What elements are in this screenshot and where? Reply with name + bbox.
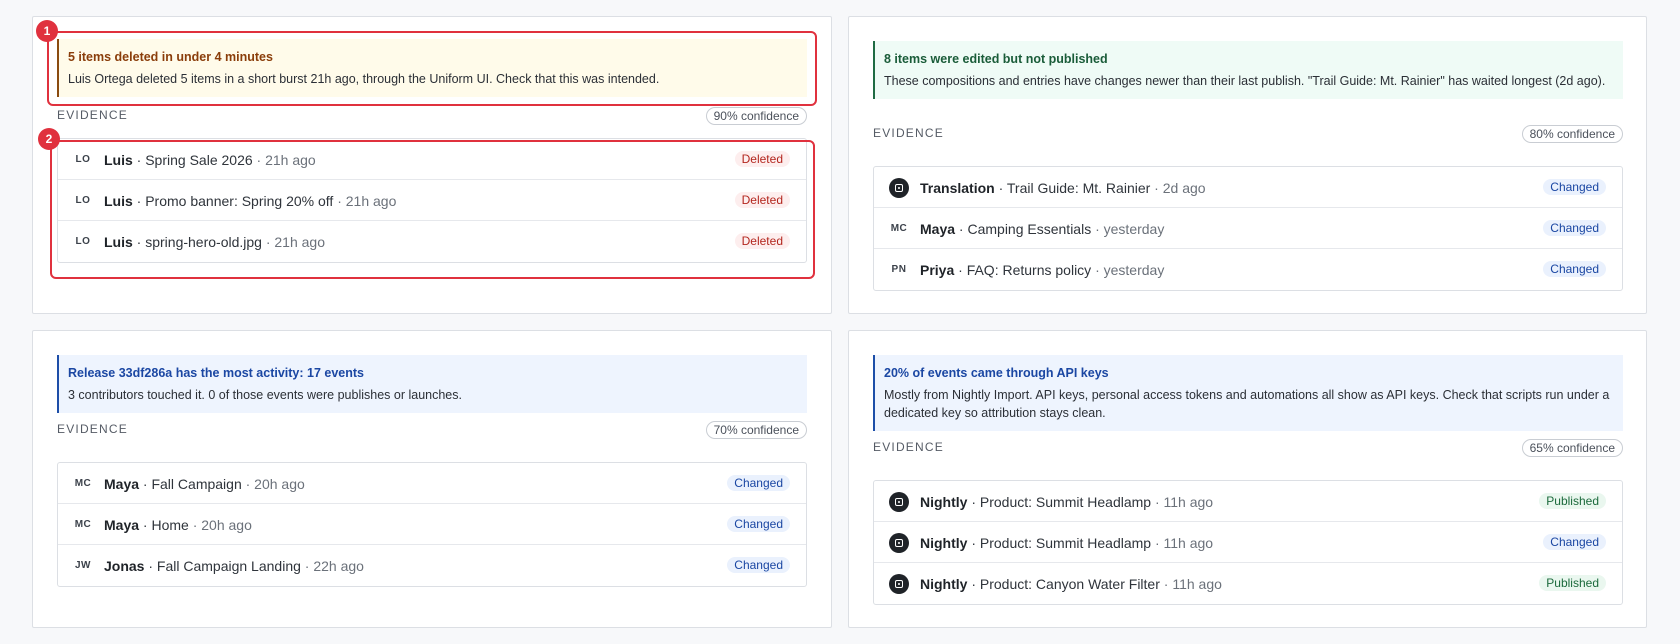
- insight-title: 20% of events came through API keys: [884, 366, 1109, 380]
- insight-card-unpublished: 8 items were edited but not published Th…: [848, 16, 1647, 314]
- item-name: · Product: Canyon Water Filter: [967, 576, 1160, 592]
- evidence-text: Nightly · Product: Summit Headlamp · 11h…: [920, 492, 1213, 512]
- status-badge: Changed: [727, 475, 790, 491]
- annotation-highlight-1: [47, 31, 817, 106]
- status-badge: Changed: [1543, 179, 1606, 195]
- evidence-text: Maya · Home · 20h ago: [104, 515, 252, 535]
- status-badge: Published: [1539, 575, 1606, 591]
- avatar: PN: [891, 264, 907, 275]
- insight-body: 3 contributors touched it. 0 of those ev…: [68, 388, 462, 402]
- status-badge: Changed: [727, 516, 790, 532]
- status-badge: Changed: [1543, 261, 1606, 277]
- insight-body: Mostly from Nightly Import. API keys, pe…: [884, 388, 1610, 420]
- item-name: · Camping Essentials: [955, 221, 1092, 237]
- confidence-badge: 65% confidence: [1521, 439, 1623, 457]
- evidence-text: Maya · Fall Campaign · 20h ago: [104, 474, 305, 494]
- annotation-highlight-2: [50, 140, 815, 279]
- item-name: · Product: Summit Headlamp: [967, 535, 1152, 551]
- insight-card-release-activity: Release 33df286a has the most activity: …: [32, 330, 832, 628]
- insights-grid: 5 items deleted in under 4 minutes Luis …: [0, 0, 1680, 644]
- event-time: · 2d ago: [1150, 180, 1206, 196]
- insight-callout: Release 33df286a has the most activity: …: [57, 355, 807, 413]
- evidence-row[interactable]: MC Maya · Home · 20h ago Changed: [58, 504, 806, 545]
- actor-name: Maya: [920, 221, 956, 237]
- item-name: · FAQ: Returns policy: [954, 262, 1092, 278]
- evidence-row[interactable]: Translation · Trail Guide: Mt. Rainier ·…: [874, 167, 1622, 208]
- actor-name: Translation: [920, 180, 995, 196]
- event-time: · 22h ago: [300, 558, 364, 574]
- evidence-text: Jonas · Fall Campaign Landing · 22h ago: [104, 556, 364, 576]
- evidence-row[interactable]: MC Maya · Fall Campaign · 20h ago Change…: [58, 463, 806, 504]
- avatar: MC: [890, 223, 908, 234]
- insight-card-api-keys: 20% of events came through API keys Most…: [848, 330, 1647, 628]
- evidence-list: Translation · Trail Guide: Mt. Rainier ·…: [873, 166, 1623, 291]
- avatar: MC: [74, 519, 92, 530]
- event-time: · 11h ago: [1151, 535, 1214, 551]
- insight-body: These compositions and entries have chan…: [884, 74, 1606, 88]
- evidence-row[interactable]: Nightly · Product: Summit Headlamp · 11h…: [874, 522, 1622, 563]
- status-badge: Changed: [1543, 220, 1606, 236]
- avatar: MC: [74, 478, 92, 489]
- evidence-header: EVIDENCE 65% confidence: [873, 439, 1623, 457]
- item-name: · Trail Guide: Mt. Rainier: [994, 180, 1151, 196]
- evidence-label: EVIDENCE: [57, 422, 128, 436]
- evidence-row[interactable]: Nightly · Product: Canyon Water Filter ·…: [874, 563, 1622, 604]
- confidence-badge: 90% confidence: [705, 107, 807, 125]
- event-time: · 11h ago: [1151, 494, 1214, 510]
- status-badge: Changed: [727, 557, 790, 573]
- evidence-row[interactable]: MC Maya · Camping Essentials · yesterday…: [874, 208, 1622, 249]
- evidence-row[interactable]: Nightly · Product: Summit Headlamp · 11h…: [874, 481, 1622, 522]
- item-name: · Product: Summit Headlamp: [967, 494, 1152, 510]
- actor-name: Maya: [104, 476, 140, 492]
- evidence-text: Maya · Camping Essentials · yesterday: [920, 219, 1164, 239]
- avatar: JW: [75, 560, 91, 571]
- api-key-icon: [889, 178, 909, 198]
- evidence-list: MC Maya · Fall Campaign · 20h ago Change…: [57, 462, 807, 587]
- event-time: · yesterday: [1091, 221, 1165, 237]
- evidence-text: Translation · Trail Guide: Mt. Rainier ·…: [920, 178, 1206, 198]
- evidence-header: EVIDENCE 80% confidence: [873, 125, 1623, 143]
- actor-name: Maya: [104, 517, 140, 533]
- evidence-row[interactable]: JW Jonas · Fall Campaign Landing · 22h a…: [58, 545, 806, 586]
- evidence-label: EVIDENCE: [873, 126, 944, 140]
- event-time: · 11h ago: [1159, 576, 1222, 592]
- event-time: · yesterday: [1091, 262, 1165, 278]
- api-key-icon: [889, 533, 909, 553]
- actor-name: Nightly: [920, 535, 968, 551]
- item-name: · Fall Campaign: [139, 476, 242, 492]
- evidence-list: Nightly · Product: Summit Headlamp · 11h…: [873, 480, 1623, 605]
- evidence-header: EVIDENCE 90% confidence: [57, 107, 807, 125]
- evidence-text: Nightly · Product: Canyon Water Filter ·…: [920, 574, 1222, 594]
- evidence-header: EVIDENCE 70% confidence: [57, 421, 807, 439]
- confidence-badge: 80% confidence: [1521, 125, 1623, 143]
- actor-name: Jonas: [104, 558, 145, 574]
- event-time: · 20h ago: [241, 476, 305, 492]
- item-name: · Fall Campaign Landing: [144, 558, 301, 574]
- status-badge: Changed: [1543, 534, 1606, 550]
- annotation-marker-2: 2: [38, 128, 60, 150]
- actor-name: Nightly: [920, 494, 968, 510]
- actor-name: Priya: [920, 262, 955, 278]
- evidence-text: Priya · FAQ: Returns policy · yesterday: [920, 260, 1164, 280]
- insight-callout: 20% of events came through API keys Most…: [873, 355, 1623, 431]
- insight-title: Release 33df286a has the most activity: …: [68, 366, 364, 380]
- evidence-text: Nightly · Product: Summit Headlamp · 11h…: [920, 533, 1213, 553]
- evidence-row[interactable]: PN Priya · FAQ: Returns policy · yesterd…: [874, 249, 1622, 290]
- evidence-label: EVIDENCE: [873, 440, 944, 454]
- api-key-icon: [889, 492, 909, 512]
- api-key-icon: [889, 574, 909, 594]
- annotation-marker-1: 1: [36, 20, 58, 42]
- insight-callout: 8 items were edited but not published Th…: [873, 41, 1623, 99]
- confidence-badge: 70% confidence: [705, 421, 807, 439]
- event-time: · 20h ago: [188, 517, 252, 533]
- actor-name: Nightly: [920, 576, 968, 592]
- insight-title: 8 items were edited but not published: [884, 52, 1108, 66]
- status-badge: Published: [1539, 493, 1606, 509]
- evidence-label: EVIDENCE: [57, 108, 128, 122]
- item-name: · Home: [139, 517, 189, 533]
